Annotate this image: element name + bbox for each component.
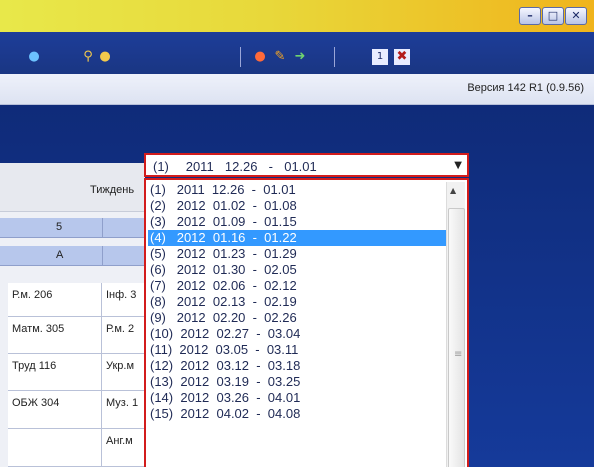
week-option[interactable]: (4) 2012 01.16 - 01.22 xyxy=(148,230,450,246)
scrollbar-thumb[interactable]: ≡ xyxy=(448,208,465,467)
key-icon[interactable]: ⚲ xyxy=(80,49,96,65)
minimize-button[interactable]: – xyxy=(519,7,541,25)
scroll-up-icon[interactable]: ▲ xyxy=(450,186,456,195)
app-window: – □ ✕ ● ⚲ ● ● ✎ ➜ 1 ✖ Версия 142 R1 (0.9… xyxy=(0,0,594,467)
window-1-icon[interactable]: 1 xyxy=(372,49,388,65)
week-option[interactable]: (14) 2012 03.26 - 04.01 xyxy=(148,390,450,406)
week-select-value: (1) 2011 12.26 - 01.01 xyxy=(153,159,317,174)
week-option[interactable]: (10) 2012 02.27 - 03.04 xyxy=(148,326,450,342)
grid-cell[interactable]: Матм. 305 xyxy=(8,317,102,354)
header-letter: A xyxy=(56,249,64,261)
week-option[interactable]: (15) 2012 04.02 - 04.08 xyxy=(148,406,450,422)
title-bar: – □ ✕ xyxy=(0,0,594,32)
grid-cell[interactable]: Р.м. 2 xyxy=(102,317,145,354)
users-search-icon[interactable]: ● xyxy=(97,49,113,65)
week-option[interactable]: (13) 2012 03.19 - 03.25 xyxy=(148,374,450,390)
week-option[interactable]: (3) 2012 01.09 - 01.15 xyxy=(148,214,450,230)
grid-cell[interactable]: Інф. 3 xyxy=(102,283,145,317)
header-row-letter: A xyxy=(0,246,145,266)
toolbar-separator xyxy=(334,47,335,67)
grid-cell[interactable]: Укр.м xyxy=(102,354,145,391)
header-divider xyxy=(102,218,103,237)
week-select[interactable]: (1) 2011 12.26 - 01.01 ▼ xyxy=(144,153,469,177)
week-option[interactable]: (2) 2012 01.02 - 01.08 xyxy=(148,198,450,214)
week-option[interactable]: (12) 2012 03.12 - 03.18 xyxy=(148,358,450,374)
grid-cell[interactable]: Муз. 1 xyxy=(102,391,145,429)
version-bar: Версия 142 R1 (0.9.56) xyxy=(0,74,594,105)
week-option[interactable]: (6) 2012 01.30 - 02.05 xyxy=(148,262,450,278)
grid-cell[interactable]: Труд 116 xyxy=(8,354,102,391)
maximize-button[interactable]: □ xyxy=(542,7,564,25)
edit-icon[interactable]: ✎ xyxy=(272,49,288,65)
version-label: Версия 142 R1 (0.9.56) xyxy=(467,82,584,94)
week-option[interactable]: (1) 2011 12.26 - 01.01 xyxy=(148,182,450,198)
week-option[interactable]: (5) 2012 01.23 - 01.29 xyxy=(148,246,450,262)
chevron-down-icon[interactable]: ▼ xyxy=(454,160,462,171)
week-option[interactable]: (8) 2012 02.13 - 02.19 xyxy=(148,294,450,310)
grid-cell[interactable]: Анг.м xyxy=(102,429,145,467)
close-button[interactable]: ✕ xyxy=(565,7,587,25)
scrollbar[interactable]: ▲ ≡ xyxy=(446,182,465,467)
toolbar-separator xyxy=(240,47,241,67)
close-window-icon[interactable]: ✖ xyxy=(394,49,410,65)
group-icon[interactable]: ● xyxy=(26,49,42,65)
schedule-grid: Р.м. 206 Інф. 3 Матм. 305 Р.м. 2 Труд 11… xyxy=(8,283,145,467)
header-row-number: 5 xyxy=(0,218,145,238)
week-option[interactable]: (7) 2012 02.06 - 02.12 xyxy=(148,278,450,294)
user-icon[interactable]: ● xyxy=(252,49,268,65)
week-dropdown-list[interactable]: (15) 2012 04.02 - 04.08 (14) 2012 03.26 -… xyxy=(144,178,469,467)
week-option[interactable]: (11) 2012 03.05 - 03.11 xyxy=(148,342,450,358)
toolbar: ● ⚲ ● ● ✎ ➜ 1 ✖ xyxy=(0,32,594,74)
week-label: Тиждень xyxy=(90,184,135,196)
header-divider xyxy=(102,246,103,265)
grid-cell[interactable] xyxy=(8,429,102,467)
header-number: 5 xyxy=(56,221,63,233)
grid-cell[interactable]: Р.м. 206 xyxy=(8,283,102,317)
grip-icon: ≡ xyxy=(454,349,463,360)
exit-icon[interactable]: ➜ xyxy=(292,49,308,65)
week-option[interactable]: (9) 2012 02.20 - 02.26 xyxy=(148,310,450,326)
grid-cell[interactable]: ОБЖ 304 xyxy=(8,391,102,429)
